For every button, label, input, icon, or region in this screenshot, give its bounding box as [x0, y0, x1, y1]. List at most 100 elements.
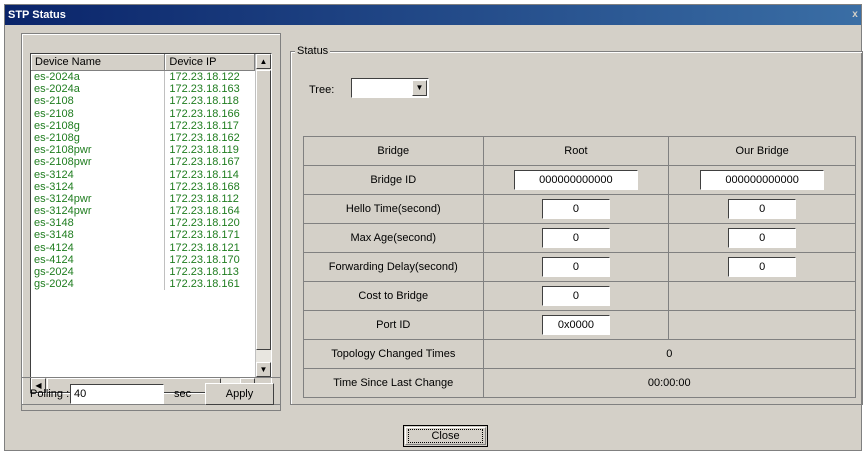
row-label-topology-changed: Topology Changed Times — [303, 339, 484, 369]
polling-unit: sec — [174, 388, 192, 400]
device-name-cell: es-3124 — [31, 180, 166, 193]
device-ip-cell: 172.23.18.161 — [169, 278, 240, 291]
device-name-cell: es-2108 — [31, 107, 166, 120]
stp-table: Bridge Root Our Bridge Bridge ID 0000000… — [303, 136, 857, 398]
list-item[interactable]: es-2024a 172.23.18.163 — [31, 83, 255, 96]
vertical-scrollbar[interactable]: ▲ ▼ — [255, 54, 271, 377]
apply-button[interactable]: Apply — [205, 383, 274, 405]
list-item[interactable]: es-3124pwr 172.23.18.164 — [31, 205, 255, 218]
list-item[interactable]: es-2108pwr 172.23.18.119 — [31, 144, 255, 157]
column-header-device-name[interactable]: Device Name — [31, 54, 166, 71]
header-bridge: Bridge — [303, 136, 484, 166]
list-item[interactable]: es-2108pwr 172.23.18.167 — [31, 156, 255, 169]
empty-cell — [668, 310, 856, 340]
device-ip-cell: 172.23.18.170 — [169, 253, 240, 266]
device-ip-cell: 172.23.18.168 — [169, 180, 240, 193]
scroll-down-icon[interactable]: ▼ — [256, 362, 271, 377]
vertical-scroll-thumb[interactable] — [256, 70, 271, 350]
device-ip-cell: 172.23.18.117 — [169, 119, 239, 132]
time-since-change-value: 00:00:00 — [482, 368, 857, 398]
row-label-forwarding-delay: Forwarding Delay(second) — [303, 252, 484, 282]
row-label-port-id: Port ID — [303, 310, 484, 340]
our-bridge-id-field[interactable]: 000000000000 — [700, 170, 825, 190]
device-name-cell: es-2108 — [31, 95, 166, 108]
device-name-cell: es-2024a — [31, 83, 166, 96]
close-button-label: Close — [408, 429, 483, 443]
device-name-cell: es-2108pwr — [31, 156, 166, 169]
list-item[interactable]: es-2108 172.23.18.118 — [31, 95, 255, 108]
device-panel: Device Name Device IP es-2024a 172.23.18.… — [21, 33, 281, 405]
device-name-cell: es-2108g — [31, 119, 166, 132]
device-ip-cell: 172.23.18.118 — [169, 95, 239, 108]
device-ip-cell: 172.23.18.162 — [169, 131, 240, 144]
device-ip-cell: 172.23.18.119 — [169, 144, 239, 157]
device-name-cell: es-2108pwr — [31, 144, 166, 157]
device-name-cell: es-3148 — [31, 217, 166, 230]
column-header-device-ip[interactable]: Device IP — [165, 54, 255, 71]
root-forwarding-delay-field[interactable]: 0 — [541, 257, 610, 277]
table-row: Topology Changed Times 0 — [303, 339, 857, 369]
device-ip-cell: 172.23.18.120 — [169, 217, 240, 230]
device-name-cell: es-3124 — [31, 168, 166, 181]
header-root: Root — [482, 136, 670, 166]
list-item[interactable]: es-2024a 172.23.18.122 — [31, 71, 255, 84]
close-icon[interactable]: x — [849, 5, 861, 25]
tree-dropdown[interactable]: ▼ — [351, 78, 429, 98]
table-row: Port ID 0x0000 — [303, 310, 856, 340]
list-item[interactable]: es-2108 172.23.18.166 — [31, 107, 255, 120]
device-name-cell: gs-2024 — [31, 278, 166, 291]
list-item[interactable]: es-3124pwr 172.23.18.112 — [31, 192, 255, 206]
row-label-max-age: Max Age(second) — [303, 223, 484, 253]
stp-status-window: STP Status x Device Name Device IP es-20… — [4, 4, 863, 451]
device-list-header: Device Name Device IP — [31, 54, 255, 71]
list-item[interactable]: es-3148 172.23.18.171 — [31, 229, 255, 242]
status-group: Status Tree: ▼ Bridge Root Our Bridge Br… — [290, 45, 863, 405]
empty-cell — [668, 281, 856, 311]
root-cost-to-bridge-field[interactable]: 0 — [541, 286, 610, 306]
list-item[interactable]: es-4124 172.23.18.121 — [31, 241, 255, 254]
root-port-id-field[interactable]: 0x0000 — [541, 315, 610, 335]
list-item[interactable]: es-3124 172.23.18.114 — [31, 168, 255, 181]
our-max-age-field[interactable]: 0 — [728, 228, 797, 248]
table-row: Cost to Bridge 0 — [303, 281, 856, 311]
device-ip-cell: 172.23.18.114 — [169, 168, 239, 181]
close-button[interactable]: Close — [403, 425, 488, 447]
table-row: Bridge ID 000000000000 000000000000 — [303, 165, 856, 195]
device-ip-cell: 172.23.18.113 — [169, 266, 239, 278]
device-name-cell: es-4124 — [31, 253, 166, 266]
list-item[interactable]: es-2108g 172.23.18.117 — [31, 119, 255, 132]
device-ip-cell: 172.23.18.122 — [169, 71, 240, 83]
polling-input[interactable]: 40 — [70, 384, 164, 404]
tree-label: Tree: — [309, 84, 335, 96]
device-name-cell: es-4124 — [31, 241, 166, 254]
polling-label: Polling : — [30, 388, 70, 400]
root-hello-time-field[interactable]: 0 — [541, 199, 610, 219]
device-name-cell: gs-2024 — [31, 266, 166, 279]
device-list[interactable]: Device Name Device IP es-2024a 172.23.18.… — [30, 53, 272, 394]
table-row: Hello Time(second) 0 0 — [303, 194, 856, 224]
table-row: Max Age(second) 0 0 — [303, 223, 856, 253]
chevron-down-icon[interactable]: ▼ — [412, 80, 427, 96]
polling-box: Polling : 40 sec Apply — [21, 377, 281, 411]
root-bridge-id-field[interactable]: 000000000000 — [513, 170, 638, 190]
list-item[interactable]: gs-2024 172.23.18.113 — [31, 266, 255, 279]
table-row: Time Since Last Change 00:00:00 — [303, 368, 857, 398]
row-label-time-since-change: Time Since Last Change — [303, 368, 484, 398]
header-our-bridge: Our Bridge — [668, 136, 856, 166]
topology-changed-value: 0 — [482, 339, 857, 369]
root-max-age-field[interactable]: 0 — [541, 228, 610, 248]
list-item[interactable]: es-3148 172.23.18.120 — [31, 217, 255, 230]
device-list-rows: es-2024a 172.23.18.122 es-2024a 172.23.18.1… — [31, 71, 255, 291]
our-hello-time-field[interactable]: 0 — [728, 199, 797, 219]
scroll-up-icon[interactable]: ▲ — [256, 54, 271, 69]
list-item[interactable]: es-2108g 172.23.18.162 — [31, 131, 255, 145]
status-group-label: Status — [295, 45, 331, 57]
our-forwarding-delay-field[interactable]: 0 — [728, 257, 797, 277]
list-item[interactable]: es-3124 172.23.18.168 — [31, 180, 255, 193]
device-name-cell: es-2108g — [31, 131, 166, 145]
list-item[interactable]: es-4124 172.23.18.170 — [31, 253, 255, 266]
device-ip-cell: 172.23.18.166 — [169, 107, 240, 120]
row-label-hello-time: Hello Time(second) — [303, 194, 484, 224]
list-item[interactable]: gs-2024 172.23.18.161 — [31, 278, 255, 291]
row-label-bridge-id: Bridge ID — [303, 165, 484, 195]
